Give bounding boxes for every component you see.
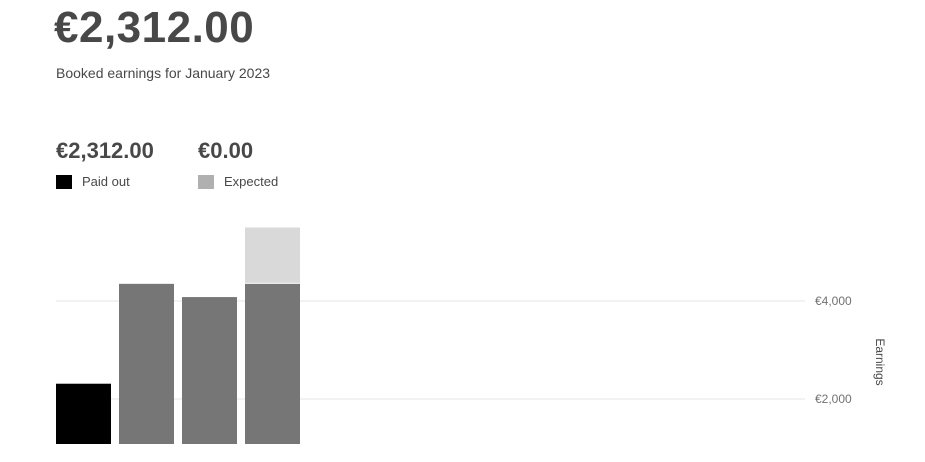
y-axis-label: Earnings — [873, 338, 887, 385]
paid-out-legend: Paid out — [56, 174, 154, 189]
expected-amount: €0.00 — [198, 138, 254, 163]
earnings-bar-chart: €4,000 €2,000 Earnings — [56, 227, 887, 444]
paid-out-summary: €2,312.00 Paid out — [56, 138, 154, 189]
expected-label: Expected — [224, 174, 279, 189]
paid-out-amount: €2,312.00 — [56, 138, 154, 163]
earnings-page: €2,312.00 Booked earnings for January 20… — [0, 0, 925, 462]
expected-swatch — [198, 174, 214, 189]
y-tick-label: €4,000 — [815, 294, 852, 308]
paid-out-bar[interactable] — [56, 383, 111, 444]
paid-out-bar[interactable] — [119, 283, 174, 444]
expected-bar[interactable] — [245, 227, 300, 283]
paid-out-swatch — [56, 174, 72, 189]
paid-out-bar[interactable] — [182, 297, 237, 444]
chart-bars — [56, 227, 300, 444]
paid-out-label: Paid out — [82, 174, 130, 189]
paid-out-bar[interactable] — [245, 283, 300, 444]
expected-legend: Expected — [198, 174, 278, 189]
expected-summary: €0.00 Expected — [198, 138, 278, 189]
y-tick-label: €2,000 — [815, 392, 852, 406]
chart-tick-labels: €4,000 €2,000 — [815, 294, 852, 406]
